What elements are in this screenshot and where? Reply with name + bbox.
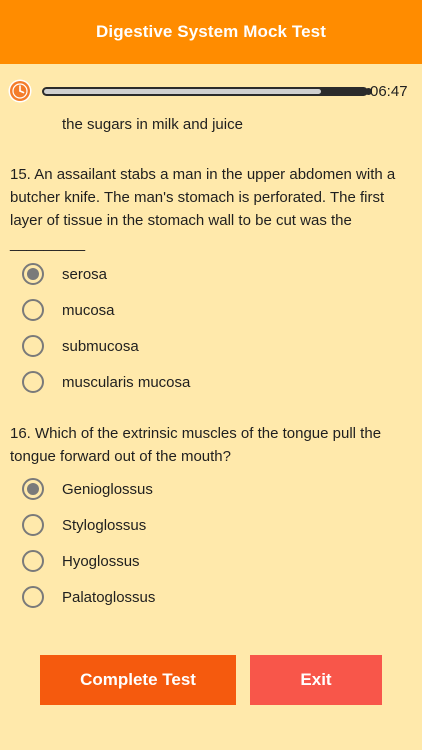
q16-option-palatoglossus[interactable]: Palatoglossus (22, 582, 382, 612)
radio-selected-icon[interactable] (22, 478, 44, 500)
q16-option-genioglossus[interactable]: Genioglossus (22, 474, 382, 504)
option-label: submucosa (62, 337, 139, 355)
radio-icon[interactable] (22, 299, 44, 321)
option-label: Genioglossus (62, 480, 153, 498)
radio-selected-icon[interactable] (22, 263, 44, 285)
option-label: Palatoglossus (62, 588, 156, 606)
q15-option-muscularis-mucosa[interactable]: muscularis mucosa (22, 367, 382, 397)
radio-icon[interactable] (22, 514, 44, 536)
timer-row: 06:47 (0, 76, 422, 106)
option-label: Hyoglossus (62, 552, 140, 570)
q15-option-serosa[interactable]: serosa (22, 259, 382, 289)
radio-icon[interactable] (22, 335, 44, 357)
timer-readout: 06:47 (370, 83, 408, 100)
radio-icon[interactable] (22, 371, 44, 393)
q16-option-styloglossus[interactable]: Styloglossus (22, 510, 382, 540)
complete-test-button[interactable]: Complete Test (40, 655, 236, 705)
radio-icon[interactable] (22, 586, 44, 608)
option-label: serosa (62, 265, 108, 283)
time-progress-fill (44, 89, 321, 94)
time-progress-bar (42, 87, 368, 96)
radio-icon[interactable] (22, 550, 44, 572)
page-title: Digestive System Mock Test (96, 22, 326, 41)
exit-button[interactable]: Exit (250, 655, 382, 705)
alarm-clock-icon (8, 79, 32, 103)
option-label: muscularis mucosa (62, 373, 191, 391)
question-16-text: 16. Which of the extrinsic muscles of th… (10, 425, 382, 465)
q15-option-submucosa[interactable]: submucosa (22, 331, 382, 361)
q15-option-mucosa[interactable]: mucosa (22, 295, 382, 325)
q16-option-hyoglossus[interactable]: Hyoglossus (22, 546, 382, 576)
option-label: mucosa (62, 301, 115, 319)
question-15-text: 15. An assailant stabs a man in the uppe… (10, 166, 396, 252)
option-label: Styloglossus (62, 516, 147, 534)
app-header: Digestive System Mock Test (0, 0, 422, 64)
previous-option-text: the sugars in milk and juice (62, 116, 243, 133)
